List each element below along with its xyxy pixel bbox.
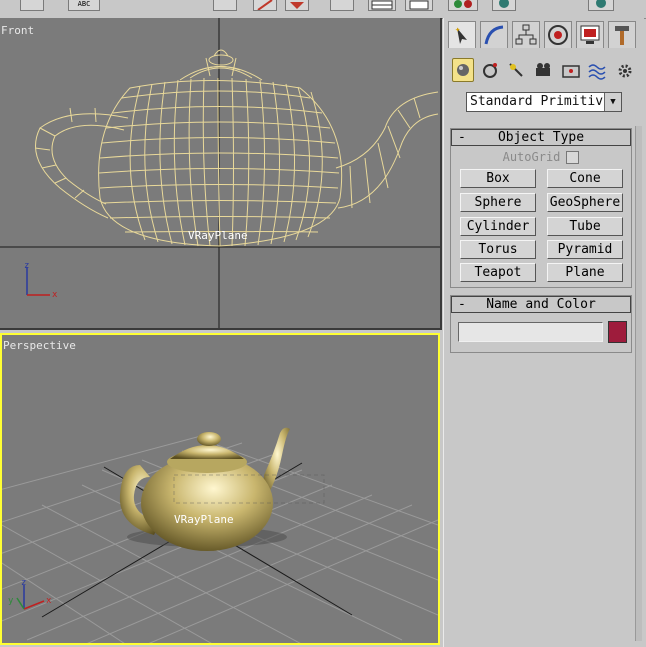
autogrid-checkbox[interactable]	[566, 151, 580, 164]
category-dropdown-value: Standard Primitiv	[470, 94, 604, 109]
hierarchy-tab[interactable]	[512, 21, 540, 48]
shapes-icon[interactable]	[479, 58, 501, 82]
material-editor-icon[interactable]	[448, 0, 478, 11]
persp-axis-z-label: z	[21, 578, 26, 588]
sphere-button[interactable]: Sphere	[460, 193, 536, 212]
front-wireframe-teapot: z x VRayPlane	[0, 18, 440, 328]
pyramid-button[interactable]: Pyramid	[547, 240, 623, 259]
front-viewport[interactable]: Front z x VRayPlane	[0, 18, 442, 330]
perspective-scene: VRayPlane z y x	[2, 427, 438, 643]
modify-tab[interactable]	[480, 21, 508, 48]
plane-button[interactable]: Plane	[547, 263, 623, 282]
rotate-icon[interactable]	[213, 0, 237, 11]
box-button[interactable]: Box	[460, 169, 536, 188]
object-color-swatch[interactable]	[608, 321, 627, 343]
name-and-color-header[interactable]: - Name and Color	[451, 296, 631, 313]
collapse-icon: -	[458, 130, 466, 145]
object-type-header[interactable]: - Object Type	[451, 129, 631, 146]
mirror-icon[interactable]	[368, 0, 396, 11]
persp-axis-x-label: x	[46, 596, 52, 606]
collapse-icon: -	[458, 297, 466, 312]
cameras-icon[interactable]	[533, 58, 555, 82]
command-panel: ✦ Standard Primitiv ▼ - Object Type Auto…	[443, 18, 644, 647]
persp-axis-y-label: y	[8, 596, 14, 606]
object-type-title: Object Type	[497, 130, 585, 145]
utilities-tab[interactable]	[608, 21, 636, 48]
category-dropdown[interactable]: Standard Primitiv ▼	[466, 92, 622, 112]
front-vrayplane-label: VRayPlane	[188, 229, 248, 242]
main-toolbar: ABC	[0, 0, 646, 19]
render-icon[interactable]	[492, 0, 516, 11]
name-and-color-rollout: - Name and Color	[450, 295, 632, 353]
window-crossing-icon[interactable]	[285, 0, 309, 11]
name-and-color-title: Name and Color	[486, 297, 596, 312]
tube-button[interactable]: Tube	[547, 217, 623, 236]
front-axis-x-label: x	[52, 290, 58, 300]
cylinder-button[interactable]: Cylinder	[460, 217, 536, 236]
geosphere-button[interactable]: GeoSphere	[547, 193, 623, 212]
teapot-button[interactable]: Teapot	[460, 263, 536, 282]
named-selection-icon[interactable]	[330, 0, 354, 11]
autogrid-row: AutoGrid	[451, 150, 631, 164]
front-axis-z-label: z	[24, 261, 29, 271]
chevron-down-icon[interactable]: ▼	[604, 93, 621, 111]
quick-render-icon[interactable]	[588, 0, 614, 11]
torus-button[interactable]: Torus	[460, 240, 536, 259]
command-panel-scrollbar[interactable]	[635, 126, 642, 641]
systems-icon[interactable]	[614, 58, 636, 82]
cone-button[interactable]: Cone	[547, 169, 623, 188]
space-warps-icon[interactable]	[587, 58, 609, 82]
scale-icon[interactable]	[253, 0, 277, 11]
geometry-icon[interactable]	[452, 58, 474, 82]
align-icon[interactable]	[405, 0, 433, 11]
display-tab[interactable]	[576, 21, 604, 48]
object-type-rollout: - Object Type AutoGrid Box Cone Sphere G…	[450, 128, 632, 288]
lights-icon[interactable]	[506, 58, 528, 82]
text-abc-icon[interactable]: ABC	[68, 0, 100, 11]
svg-text:✦: ✦	[455, 25, 461, 35]
perspective-vrayplane-label: VRayPlane	[174, 513, 234, 526]
motion-tab[interactable]	[544, 21, 572, 48]
autogrid-label: AutoGrid	[502, 150, 561, 164]
perspective-viewport[interactable]: Perspective VRayPlane z y x	[0, 333, 440, 645]
abc-label: ABC	[77, 0, 91, 8]
object-name-field[interactable]	[458, 322, 603, 342]
select-icon[interactable]	[20, 0, 44, 11]
helpers-icon[interactable]	[560, 58, 582, 82]
create-tab[interactable]: ✦	[448, 21, 476, 48]
